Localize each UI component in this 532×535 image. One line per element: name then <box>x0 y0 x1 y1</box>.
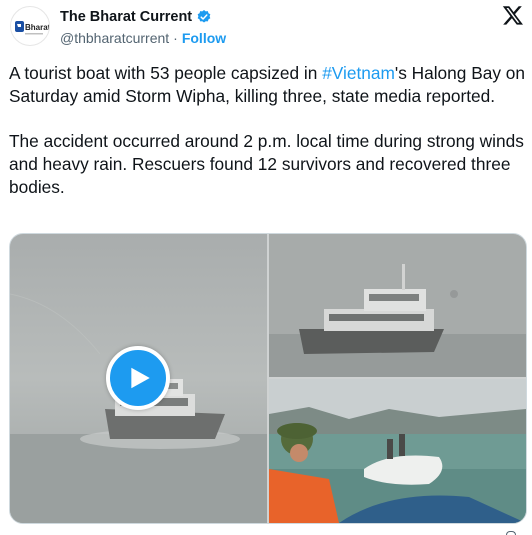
avatar[interactable]: Bharat <box>10 6 50 46</box>
author-name-row: The Bharat Current <box>60 9 212 25</box>
more-indicator <box>506 531 516 535</box>
boat-in-storm-photo[interactable] <box>269 234 526 377</box>
verified-badge-icon <box>197 10 211 23</box>
boat-photo-image <box>269 234 526 377</box>
play-icon <box>131 367 150 389</box>
separator-dot: · <box>173 30 178 46</box>
post-text-part-1: A tourist boat with 53 people capsized i… <box>9 63 323 83</box>
boat-in-storm-video-thumbnail[interactable] <box>10 234 267 523</box>
capsized-boat-rescue-photo[interactable] <box>269 379 526 523</box>
author-handle[interactable]: @thbharatcurrent <box>60 30 169 46</box>
author-handle-row: @thbharatcurrent · Follow <box>60 30 226 46</box>
bharat-current-logo-icon: Bharat <box>15 21 49 35</box>
post-text: A tourist boat with 53 people capsized i… <box>9 62 527 199</box>
follow-button[interactable]: Follow <box>182 30 226 46</box>
play-button[interactable] <box>106 346 170 410</box>
author-name[interactable]: The Bharat Current <box>60 9 192 25</box>
avatar-label: Bharat <box>25 23 49 32</box>
hashtag-link[interactable]: #Vietnam <box>322 63 395 83</box>
rescue-photo-image <box>269 379 526 523</box>
media-grid <box>9 233 527 524</box>
x-logo-icon[interactable] <box>502 4 524 26</box>
post-text-part-2: 's Halong Bay on Saturday amid Storm Wip… <box>9 63 525 197</box>
post-header: Bharat The Bharat Current @thbharatcurre… <box>0 0 532 56</box>
